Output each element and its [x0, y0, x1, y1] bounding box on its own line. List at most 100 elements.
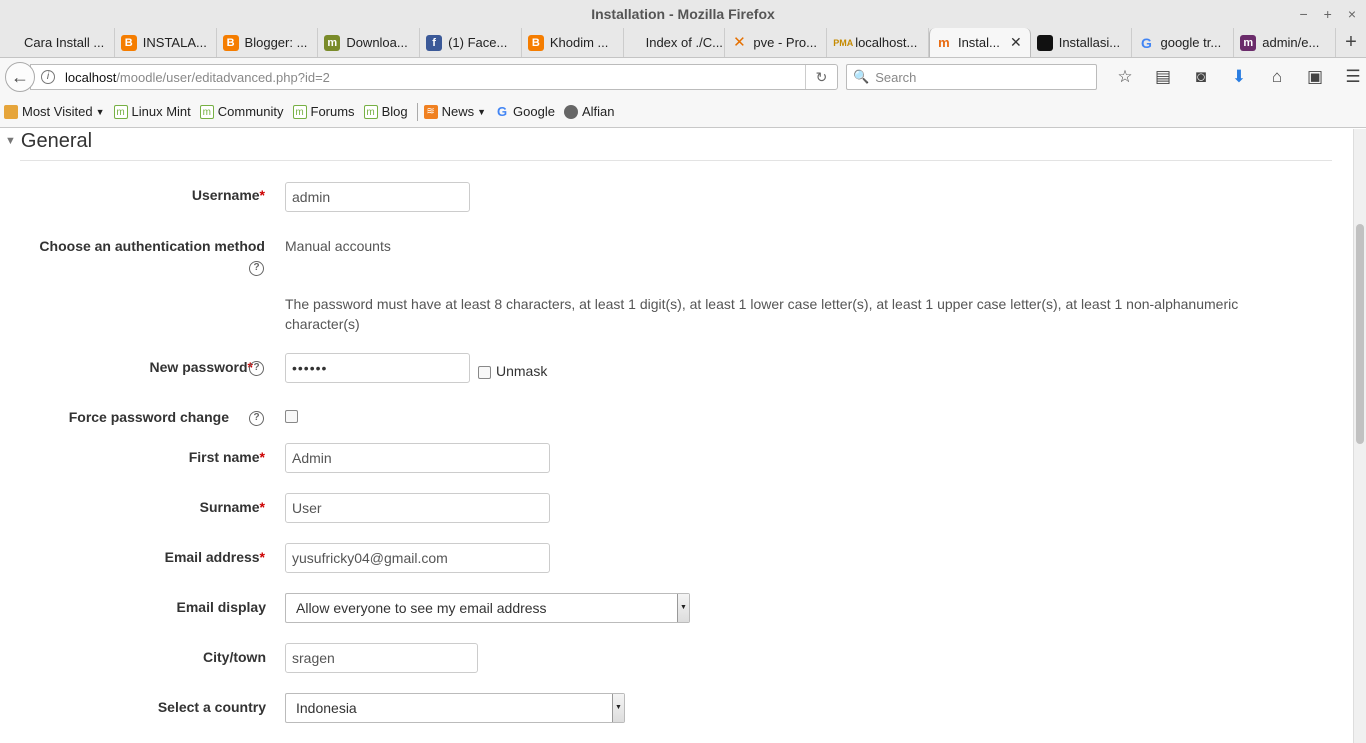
reading-list-icon[interactable]: ▤: [1144, 67, 1182, 87]
required-mark: *: [259, 499, 265, 515]
chevron-down-icon: ▼: [95, 106, 105, 117]
tab-facebook[interactable]: f (1) Face...: [420, 28, 522, 57]
first-name-input[interactable]: Admin: [285, 443, 550, 473]
minimize-button[interactable]: −: [1299, 0, 1307, 28]
close-window-button[interactable]: ×: [1348, 0, 1356, 28]
force-password-change-checkbox[interactable]: [285, 410, 298, 423]
tab-label: Index of ./C...: [645, 35, 723, 50]
tab-label: admin/e...: [1262, 35, 1320, 50]
scrollbar-thumb[interactable]: [1356, 224, 1364, 444]
bookmark-blog[interactable]: m Blog: [363, 104, 408, 119]
google-icon: G: [1141, 34, 1152, 51]
window-titlebar: Installation - Mozilla Firefox − + ×: [0, 0, 1366, 28]
bookmark-most-visited[interactable]: Most Visited ▼: [4, 104, 105, 119]
select-value: Allow everyone to see my email address: [296, 600, 547, 616]
new-tab-button[interactable]: +: [1336, 28, 1366, 57]
tab-pve[interactable]: ✕ pve - Pro...: [725, 28, 828, 57]
email-display-select[interactable]: Allow everyone to see my email address ▼: [285, 593, 690, 623]
globe-icon: [563, 104, 578, 119]
label-text: New password: [149, 359, 248, 375]
download-icon[interactable]: ⬇: [1220, 67, 1258, 87]
bookmark-news[interactable]: ≋ News ▼: [423, 104, 486, 119]
tab-index-of[interactable]: Index of ./C...: [624, 28, 726, 57]
country-select[interactable]: Indonesia ▼: [285, 693, 625, 723]
required-mark: *: [259, 449, 265, 465]
home-icon[interactable]: ⌂: [1258, 67, 1296, 87]
linux-mint-icon: m: [292, 104, 307, 119]
bookmark-forums[interactable]: m Forums: [292, 104, 355, 119]
username-input[interactable]: admin: [285, 182, 470, 212]
tab-label: localhost...: [855, 35, 918, 50]
unmask-checkbox[interactable]: [478, 366, 491, 379]
search-input[interactable]: 🔍 Search: [846, 64, 1097, 90]
tab-google-translate[interactable]: G google tr...: [1132, 28, 1235, 57]
help-icon[interactable]: ?: [249, 411, 264, 426]
bookmark-community[interactable]: m Community: [199, 104, 284, 119]
section-title: General: [20, 129, 93, 152]
close-tab-icon[interactable]: ✕: [1010, 34, 1022, 51]
menu-icon[interactable]: ☰: [1334, 67, 1366, 87]
city-input[interactable]: sragen: [285, 643, 478, 673]
bookmark-label: Community: [217, 104, 284, 119]
url-host: localhost: [65, 69, 117, 85]
label-text: Surname: [199, 499, 260, 515]
section-header-general[interactable]: ▼ General: [5, 129, 92, 153]
screenshot-icon[interactable]: ▣: [1296, 67, 1334, 87]
label-text: First name: [188, 449, 260, 465]
tab-label: Installasi...: [1058, 35, 1121, 50]
tab-admin[interactable]: m admin/e...: [1234, 28, 1337, 57]
tab-label: Khodim ...: [549, 35, 609, 50]
blogger-icon: B: [120, 34, 137, 51]
tab-blogger[interactable]: B Blogger: ...: [217, 28, 319, 57]
linux-mint-icon: m: [113, 104, 128, 119]
url-bar[interactable]: i localhost/moodle/user/editadvanced.php…: [30, 64, 838, 90]
bookmark-linux-mint[interactable]: m Linux Mint: [113, 104, 191, 119]
facebook-icon: f: [426, 34, 443, 51]
back-button[interactable]: ←: [5, 62, 35, 92]
moodle-m-icon: m: [938, 34, 950, 50]
required-mark: *: [259, 187, 265, 203]
folder-icon: [4, 104, 18, 119]
moodle-icon: m: [1240, 34, 1257, 51]
tab-download[interactable]: m Downloa...: [318, 28, 421, 57]
info-icon[interactable]: i: [41, 70, 55, 84]
reload-icon[interactable]: ↻: [805, 65, 837, 89]
unmask-label[interactable]: Unmask: [496, 363, 547, 379]
tab-cara-install[interactable]: Cara Install ...: [0, 28, 115, 57]
pocket-icon[interactable]: ◙: [1182, 67, 1220, 87]
moodle-icon: m: [324, 34, 341, 51]
tab-installation-active[interactable]: m Instal... ✕: [928, 28, 1031, 57]
tab-label: INSTALA...: [142, 35, 207, 50]
auth-method-label: Choose an authentication method: [39, 238, 265, 254]
help-icon[interactable]: ?: [249, 261, 264, 276]
new-password-input[interactable]: ••••••: [285, 353, 470, 383]
bookmark-alfian[interactable]: Alfian: [563, 104, 615, 119]
bookmark-label: Blog: [381, 104, 408, 119]
tab-instala[interactable]: B INSTALA...: [115, 28, 217, 57]
bookmark-label: Forums: [310, 104, 355, 119]
tab-label: pve - Pro...: [753, 35, 817, 50]
page-scrollbar[interactable]: [1353, 129, 1366, 743]
page-content: ▼ General Username* admin Choose an auth…: [0, 129, 1353, 743]
tab-label: google tr...: [1160, 35, 1222, 50]
window-title: Installation - Mozilla Firefox: [591, 6, 775, 22]
terminal-icon: [1036, 34, 1053, 51]
help-icon[interactable]: ?: [249, 361, 264, 376]
tab-installasi[interactable]: Installasi...: [1031, 28, 1133, 57]
maximize-button[interactable]: +: [1324, 0, 1332, 28]
bookmark-label: Alfian: [581, 104, 615, 119]
tab-khodim[interactable]: B Khodim ...: [522, 28, 624, 57]
tab-label: Instal...: [957, 35, 1000, 50]
email-field[interactable]: yusufricky04@gmail.com: [285, 543, 550, 573]
tab-localhost[interactable]: PMA localhost...: [827, 28, 929, 57]
country-label: Select a country: [157, 699, 266, 715]
tab-label: (1) Face...: [448, 35, 508, 50]
bookmark-star-icon[interactable]: ☆: [1106, 67, 1144, 87]
surname-input[interactable]: User: [285, 493, 550, 523]
auth-method-value: Manual accounts: [285, 238, 391, 254]
proxmox-icon: ✕: [733, 33, 746, 51]
bookmark-google[interactable]: G Google: [495, 104, 555, 119]
new-password-label: New password*: [150, 359, 253, 375]
back-arrow-icon: ←: [11, 66, 29, 87]
rss-icon: ≋: [423, 104, 438, 119]
